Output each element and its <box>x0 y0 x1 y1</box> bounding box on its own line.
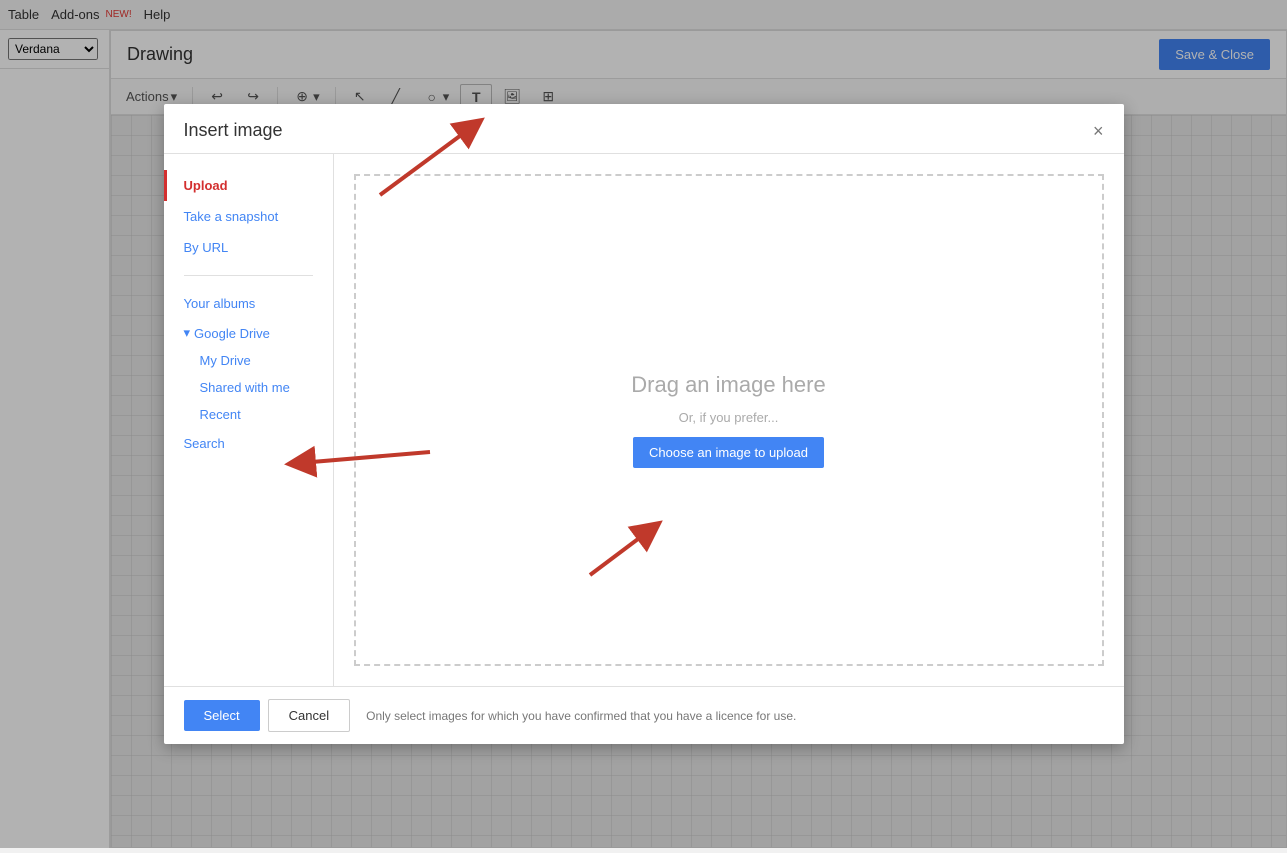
select-button[interactable]: Select <box>184 700 260 731</box>
nav-divider <box>184 275 313 276</box>
google-drive-label: Google Drive <box>194 326 270 341</box>
insert-image-dialog: Insert image × Upload Take a snapshot By… <box>164 104 1124 744</box>
nav-your-albums[interactable]: Your albums <box>164 288 333 319</box>
nav-by-url[interactable]: By URL <box>164 232 333 263</box>
choose-image-button[interactable]: Choose an image to upload <box>633 437 824 468</box>
google-drive-arrow: ▾ <box>184 325 191 341</box>
nav-shared-with-me[interactable]: Shared with me <box>164 374 333 401</box>
dialog-overlay: Insert image × Upload Take a snapshot By… <box>0 0 1287 848</box>
dialog-footer: Select Cancel Only select images for whi… <box>164 686 1124 744</box>
nav-take-snapshot[interactable]: Take a snapshot <box>164 201 333 232</box>
or-text: Or, if you prefer... <box>679 410 779 425</box>
nav-my-drive[interactable]: My Drive <box>164 347 333 374</box>
nav-search[interactable]: Search <box>164 428 333 459</box>
dialog-nav: Upload Take a snapshot By URL Your album… <box>164 154 334 686</box>
dialog-body: Upload Take a snapshot By URL Your album… <box>164 154 1124 686</box>
nav-upload[interactable]: Upload <box>164 170 333 201</box>
drop-zone[interactable]: Drag an image here Or, if you prefer... … <box>354 174 1104 666</box>
nav-recent[interactable]: Recent <box>164 401 333 428</box>
license-text: Only select images for which you have co… <box>366 709 796 723</box>
cancel-button[interactable]: Cancel <box>268 699 350 732</box>
drag-text: Drag an image here <box>631 372 825 398</box>
upload-area: Drag an image here Or, if you prefer... … <box>334 154 1124 686</box>
dialog-title: Insert image <box>184 120 283 141</box>
dialog-close-button[interactable]: × <box>1093 122 1104 140</box>
dialog-header: Insert image × <box>164 104 1124 154</box>
nav-google-drive[interactable]: ▾ Google Drive <box>164 319 333 347</box>
